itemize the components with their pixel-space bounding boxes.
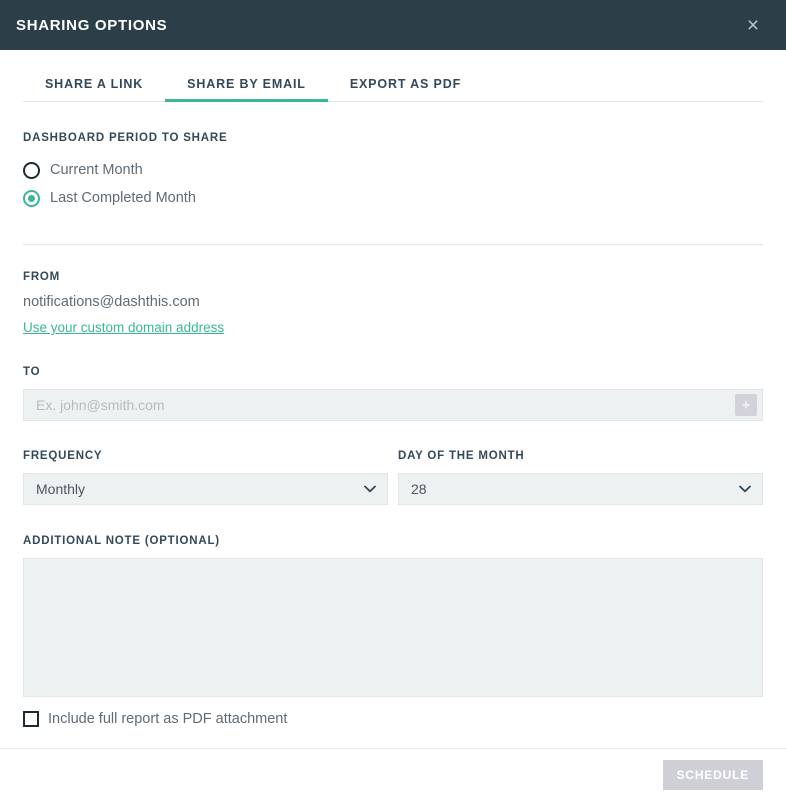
frequency-label: FREQUENCY [23, 450, 388, 462]
modal-header: SHARING OPTIONS × [0, 0, 786, 50]
section-additional-note: ADDITIONAL NOTE (OPTIONAL) [23, 535, 763, 697]
dashboard-period-radio-group: Current Month Last Completed Month [23, 156, 763, 212]
tab-share-by-email[interactable]: SHARE BY EMAIL [165, 77, 328, 102]
dashboard-period-label: DASHBOARD PERIOD TO SHARE [23, 132, 763, 144]
include-pdf-attachment-checkbox[interactable]: Include full report as PDF attachment [23, 711, 763, 727]
frequency-select-wrapper: Monthly [23, 473, 388, 505]
add-recipient-plus-icon[interactable]: + [735, 394, 757, 416]
tab-export-as-pdf[interactable]: EXPORT AS PDF [328, 77, 483, 102]
to-label: TO [23, 366, 763, 378]
schedule-button[interactable]: SCHEDULE [663, 760, 763, 790]
close-icon[interactable]: × [738, 10, 768, 40]
checkbox-unchecked-icon [23, 711, 39, 727]
page-title: SHARING OPTIONS [16, 17, 167, 34]
additional-note-textarea[interactable] [23, 558, 763, 697]
include-pdf-attachment-label: Include full report as PDF attachment [48, 711, 287, 727]
day-of-month-group: DAY OF THE MONTH 28 [398, 450, 763, 505]
radio-checked-icon [23, 190, 40, 207]
radio-last-completed-month-label: Last Completed Month [50, 190, 196, 206]
radio-current-month-label: Current Month [50, 162, 143, 178]
modal-footer: SCHEDULE [0, 748, 786, 801]
modal-body: DASHBOARD PERIOD TO SHARE Current Month … [0, 132, 786, 727]
section-from: FROM notifications@dashthis.com Use your… [23, 271, 763, 337]
day-of-month-label: DAY OF THE MONTH [398, 450, 763, 462]
custom-domain-link[interactable]: Use your custom domain address [23, 320, 224, 335]
day-of-month-select-wrapper: 28 [398, 473, 763, 505]
section-to: TO + [23, 366, 763, 421]
tab-share-a-link[interactable]: SHARE A LINK [23, 77, 165, 102]
from-label: FROM [23, 271, 763, 283]
day-of-month-select[interactable]: 28 [398, 473, 763, 505]
tab-bar: SHARE A LINK SHARE BY EMAIL EXPORT AS PD… [0, 77, 786, 102]
radio-current-month[interactable]: Current Month [23, 156, 763, 184]
frequency-group: FREQUENCY Monthly [23, 450, 388, 505]
section-divider [23, 244, 763, 245]
section-dashboard-period: DASHBOARD PERIOD TO SHARE Current Month … [23, 132, 763, 212]
from-email-value: notifications@dashthis.com [23, 294, 763, 310]
to-field-wrapper: + [23, 389, 763, 421]
schedule-row: FREQUENCY Monthly DAY OF THE MONTH 28 [23, 450, 763, 505]
radio-last-completed-month[interactable]: Last Completed Month [23, 184, 763, 212]
additional-note-label: ADDITIONAL NOTE (OPTIONAL) [23, 535, 763, 547]
sharing-options-modal: SHARING OPTIONS × SHARE A LINK SHARE BY … [0, 0, 786, 801]
radio-unchecked-icon [23, 162, 40, 179]
frequency-select[interactable]: Monthly [23, 473, 388, 505]
to-recipient-input[interactable] [24, 390, 735, 420]
